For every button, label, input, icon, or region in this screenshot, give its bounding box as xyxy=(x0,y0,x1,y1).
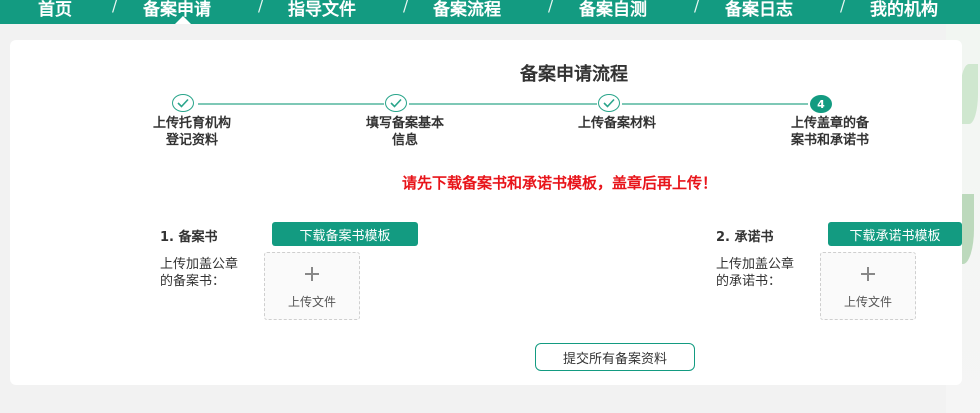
plus-icon xyxy=(861,267,875,281)
commitment-upload-dropzone[interactable]: 上传文件 xyxy=(820,252,916,320)
nav-separator: / xyxy=(258,0,264,15)
section-filing-title: 1. 备案书 xyxy=(160,230,218,245)
upload-file-text: 上传文件 xyxy=(843,295,892,309)
nav-separator: / xyxy=(403,0,409,15)
nav-separator: / xyxy=(840,0,846,15)
step-3-label: 上传备案材料 xyxy=(577,116,656,131)
nav-item-self-test[interactable]: 备案自测 xyxy=(579,0,647,20)
step-1-label: 上传托育机构 登记资料 xyxy=(152,116,231,148)
submit-all-button[interactable]: 提交所有备案资料 xyxy=(535,343,695,371)
step-3-check-icon xyxy=(598,94,620,112)
step-connector xyxy=(409,103,597,105)
nav-item-filing-process[interactable]: 备案流程 xyxy=(433,0,501,20)
filing-upload-dropzone[interactable]: 上传文件 xyxy=(264,252,360,320)
nav-item-guidance-docs[interactable]: 指导文件 xyxy=(288,0,356,20)
top-nav: 首页 / 备案申请 / 指导文件 / 备案流程 / 备案自测 / 备案日志 / … xyxy=(0,0,980,24)
nav-item-filing-log[interactable]: 备案日志 xyxy=(725,0,793,20)
filing-upload-label: 上传加盖公章 的备案书： xyxy=(160,257,239,289)
main-card xyxy=(10,40,962,385)
commitment-upload-label: 上传加盖公章 的承诺书： xyxy=(716,257,795,289)
step-2-check-icon xyxy=(385,94,407,112)
active-nav-indicator xyxy=(175,16,191,24)
nav-separator: / xyxy=(694,0,700,15)
nav-item-home[interactable]: 首页 xyxy=(38,0,72,20)
page-title: 备案申请流程 xyxy=(520,64,628,85)
upload-file-text: 上传文件 xyxy=(287,295,336,309)
step-connector xyxy=(198,103,384,105)
nav-separator: / xyxy=(112,0,118,15)
step-4-number-badge: 4 xyxy=(810,95,832,113)
download-commitment-template-button[interactable]: 下载承诺书模板 xyxy=(828,222,962,246)
step-connector xyxy=(622,103,808,105)
leaf-decoration xyxy=(960,64,978,124)
plus-icon xyxy=(305,267,319,281)
download-filing-template-button[interactable]: 下载备案书模板 xyxy=(272,222,418,246)
step-2-label: 填写备案基本 信息 xyxy=(365,116,444,148)
step-1-check-icon xyxy=(172,94,194,112)
nav-separator: / xyxy=(548,0,554,15)
upload-notice: 请先下载备案书和承诺书模板，盖章后再上传！ xyxy=(402,174,718,192)
section-commitment-title: 2. 承诺书 xyxy=(716,230,774,245)
step-4-label: 上传盖章的备 案书和承诺书 xyxy=(790,116,869,148)
nav-item-my-institution[interactable]: 我的机构 xyxy=(870,0,938,20)
